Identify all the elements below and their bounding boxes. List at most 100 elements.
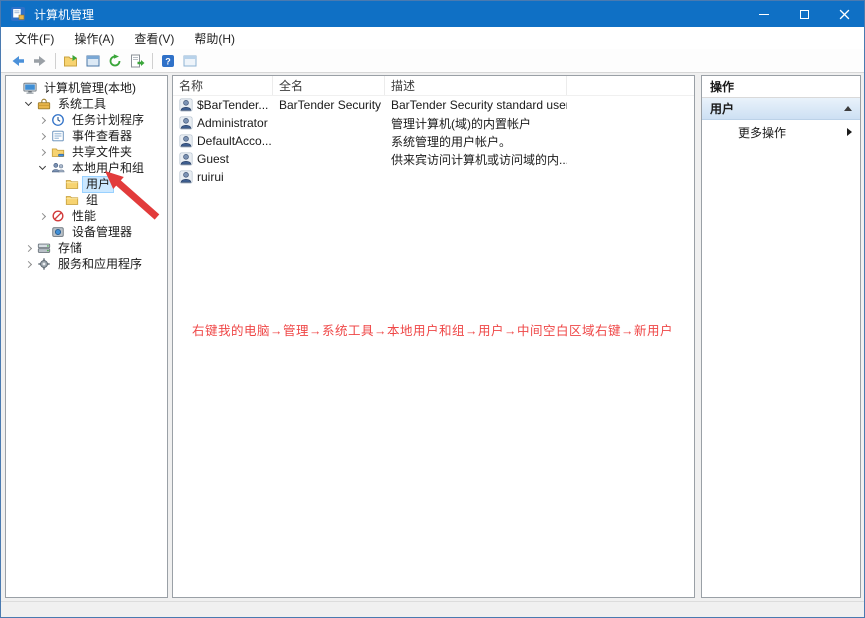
column-header-full_name[interactable]: 全名 bbox=[273, 76, 385, 95]
cell-name: Guest bbox=[173, 152, 273, 166]
refresh-button[interactable] bbox=[104, 51, 126, 71]
tree-item-users[interactable]: 用户 bbox=[6, 176, 167, 192]
titlebar: 计算机管理 bbox=[1, 1, 864, 27]
show-console-tree-icon bbox=[63, 53, 79, 69]
tree-item-services-applications[interactable]: 服务和应用程序 bbox=[6, 256, 167, 272]
expander-collapsed-icon[interactable] bbox=[39, 212, 46, 219]
properties-window-button[interactable] bbox=[82, 51, 104, 71]
user-row-guest[interactable]: Guest 供来宾访问计算机或访问域的内... bbox=[173, 150, 694, 168]
toolbar-separator bbox=[152, 53, 153, 69]
refresh-icon bbox=[107, 53, 123, 69]
actions-item-more-actions[interactable]: 更多操作 bbox=[702, 120, 860, 144]
expander-collapsed-icon[interactable] bbox=[39, 116, 46, 123]
cell-description: 供来宾访问计算机或访问域的内... bbox=[385, 151, 567, 168]
help-button[interactable]: ? bbox=[157, 51, 179, 71]
submenu-arrow-icon bbox=[847, 128, 852, 136]
expander-spacer bbox=[40, 230, 45, 235]
minimize-icon bbox=[759, 14, 769, 15]
expander-expanded-icon[interactable] bbox=[25, 99, 32, 106]
menu-item-view[interactable]: 查看(V) bbox=[124, 27, 184, 50]
expander-collapsed-icon[interactable] bbox=[39, 132, 46, 139]
tree-item-local-users-groups[interactable]: 本地用户和组 bbox=[6, 160, 167, 176]
actions-section-users[interactable]: 用户 bbox=[702, 98, 860, 120]
device-manager-icon bbox=[51, 225, 65, 239]
minimize-button[interactable] bbox=[744, 1, 784, 27]
forward-button[interactable] bbox=[29, 51, 51, 71]
user-name: Guest bbox=[197, 152, 229, 166]
expander-expanded-icon[interactable] bbox=[39, 163, 46, 170]
window-title: 计算机管理 bbox=[34, 6, 94, 23]
cell-name: $BarTender... bbox=[173, 98, 273, 112]
close-button[interactable] bbox=[824, 1, 864, 27]
folder-icon bbox=[65, 177, 79, 191]
show-console-tree-button[interactable] bbox=[60, 51, 82, 71]
tree-item-label: 性能 bbox=[69, 209, 99, 224]
tree-item-event-viewer[interactable]: 事件查看器 bbox=[6, 128, 167, 144]
user-name: Administrator bbox=[197, 116, 268, 130]
back-icon bbox=[10, 53, 26, 69]
user-row-bartender[interactable]: $BarTender...BarTender Security UserBarT… bbox=[173, 96, 694, 114]
actions-item-label: 更多操作 bbox=[738, 124, 786, 141]
user-name: $BarTender... bbox=[197, 98, 268, 112]
actions-section-label: 用户 bbox=[710, 100, 734, 117]
actions-pane: 操作 用户 更多操作 bbox=[701, 75, 861, 598]
console-tree: 计算机管理(本地)系统工具任务计划程序事件查看器共享文件夹本地用户和组用户组性能… bbox=[6, 76, 167, 272]
expander-spacer bbox=[12, 86, 17, 91]
close-icon bbox=[839, 9, 850, 20]
tree-item-computer-management[interactable]: 计算机管理(本地) bbox=[6, 80, 167, 96]
cell-description: 系统管理的用户帐户。 bbox=[385, 133, 567, 150]
computer-icon bbox=[23, 81, 37, 95]
tree-item-shared-folders[interactable]: 共享文件夹 bbox=[6, 144, 167, 160]
tree-item-storage[interactable]: 存储 bbox=[6, 240, 167, 256]
export-list-icon bbox=[129, 53, 145, 69]
tree-item-system-tools[interactable]: 系统工具 bbox=[6, 96, 167, 112]
storage-icon bbox=[37, 241, 51, 255]
expander-collapsed-icon[interactable] bbox=[39, 148, 46, 155]
performance-icon bbox=[51, 209, 65, 223]
list-header: 名称全名描述 bbox=[173, 76, 694, 96]
svg-text:?: ? bbox=[165, 56, 171, 66]
tree-item-performance[interactable]: 性能 bbox=[6, 208, 167, 224]
maximize-button[interactable] bbox=[784, 1, 824, 27]
expander-spacer bbox=[54, 198, 59, 203]
user-row-defaultacco[interactable]: DefaultAcco...系统管理的用户帐户。 bbox=[173, 132, 694, 150]
show-action-pane-button[interactable] bbox=[179, 51, 201, 71]
computer-management-window: 计算机管理 文件(F)操作(A)查看(V)帮助(H) ? 计算机管理(本地)系统… bbox=[0, 0, 865, 618]
tree-item-groups[interactable]: 组 bbox=[6, 192, 167, 208]
show-action-pane-icon bbox=[182, 53, 198, 69]
actions-title: 操作 bbox=[702, 76, 860, 98]
tree-item-label: 系统工具 bbox=[55, 97, 109, 112]
properties-window-icon bbox=[85, 53, 101, 69]
toolbar: ? bbox=[1, 49, 864, 73]
user-row-ruirui[interactable]: ruirui bbox=[173, 168, 694, 186]
column-header-description[interactable]: 描述 bbox=[385, 76, 567, 95]
user-row-administrator[interactable]: Administrator 管理计算机(域)的内置帐户 bbox=[173, 114, 694, 132]
menu-item-help[interactable]: 帮助(H) bbox=[184, 27, 245, 50]
users-list-pane[interactable]: 名称全名描述 $BarTender...BarTender Security U… bbox=[172, 75, 695, 598]
tree-item-label: 事件查看器 bbox=[69, 129, 135, 144]
cell-description: BarTender Security standard user... bbox=[385, 98, 567, 112]
menu-item-action[interactable]: 操作(A) bbox=[64, 27, 124, 50]
user-icon bbox=[179, 116, 193, 130]
maximize-icon bbox=[800, 10, 809, 19]
tree-item-label: 设备管理器 bbox=[69, 225, 135, 240]
menu-item-file[interactable]: 文件(F) bbox=[5, 27, 64, 50]
tree-item-device-manager[interactable]: 设备管理器 bbox=[6, 224, 167, 240]
tree-item-task-scheduler[interactable]: 任务计划程序 bbox=[6, 112, 167, 128]
cell-description: 管理计算机(域)的内置帐户 bbox=[385, 115, 567, 132]
tree-item-label: 任务计划程序 bbox=[69, 113, 147, 128]
expander-collapsed-icon[interactable] bbox=[25, 244, 32, 251]
tree-item-label: 本地用户和组 bbox=[69, 161, 147, 176]
expander-collapsed-icon[interactable] bbox=[25, 260, 32, 267]
back-button[interactable] bbox=[7, 51, 29, 71]
tree-item-label: 存储 bbox=[55, 241, 85, 256]
export-list-button[interactable] bbox=[126, 51, 148, 71]
column-header-name[interactable]: 名称 bbox=[173, 76, 273, 95]
forward-icon bbox=[32, 53, 48, 69]
user-icon bbox=[179, 152, 193, 166]
expander-spacer bbox=[54, 182, 59, 187]
list-body: $BarTender...BarTender Security UserBarT… bbox=[173, 96, 694, 186]
shared-folders-icon bbox=[51, 145, 65, 159]
collapse-icon[interactable] bbox=[844, 106, 852, 111]
app-icon bbox=[10, 6, 26, 22]
